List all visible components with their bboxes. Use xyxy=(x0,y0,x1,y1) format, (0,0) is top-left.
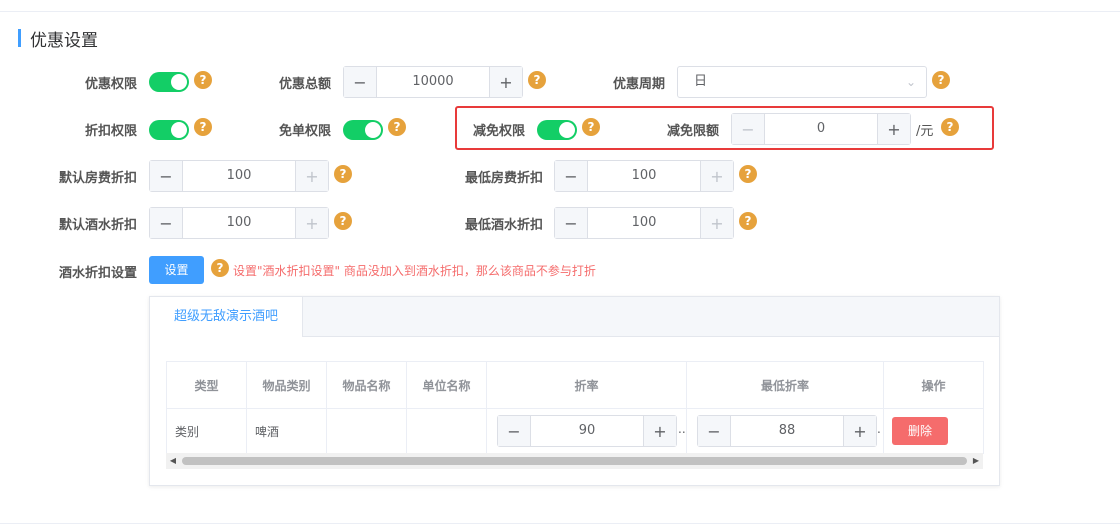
delete-button[interactable]: 删除 xyxy=(892,417,948,445)
plus-icon[interactable]: + xyxy=(700,161,733,191)
question-circle-icon[interactable]: ? xyxy=(194,118,212,136)
warning-text: 设置"酒水折扣设置" 商品没加入到酒水折扣，那么该商品不参与打折 xyxy=(233,264,596,278)
section-header: 优惠设置 xyxy=(18,28,98,51)
question-circle-icon[interactable]: ? xyxy=(739,165,757,183)
discount-total-label: 优惠总额 xyxy=(278,77,331,92)
header-min-rate: 最低折率 xyxy=(686,361,884,409)
minus-icon[interactable]: − xyxy=(498,416,531,446)
min-rate-value[interactable]: 88 xyxy=(731,416,843,446)
minus-icon[interactable]: − xyxy=(150,208,183,238)
question-circle-icon[interactable]: ? xyxy=(932,71,950,89)
min-room-discount-value[interactable]: 100 xyxy=(588,161,700,191)
plus-icon[interactable]: + xyxy=(295,208,328,238)
discount-period-value: 日 xyxy=(694,74,708,89)
top-divider xyxy=(0,11,1120,12)
reduce-limit-label: 减免限额 xyxy=(666,124,719,139)
question-circle-icon[interactable]: ? xyxy=(388,118,406,136)
question-circle-icon[interactable]: ? xyxy=(211,259,229,277)
scroll-right-icon[interactable]: ▶ xyxy=(969,453,983,469)
min-room-discount-stepper[interactable]: − 100 + xyxy=(554,160,734,192)
header-rate: 折率 xyxy=(486,361,687,409)
cell-category: 啤酒 xyxy=(246,408,327,454)
highlight-box xyxy=(455,106,994,150)
default-drink-discount-stepper[interactable]: − 100 + xyxy=(149,207,329,239)
min-room-discount-label: 最低房费折扣 xyxy=(464,171,543,186)
plus-icon[interactable]: + xyxy=(700,208,733,238)
default-drink-discount-label: 默认酒水折扣 xyxy=(58,218,137,233)
chevron-down-icon: ⌄ xyxy=(905,75,916,89)
plus-icon[interactable]: + xyxy=(295,161,328,191)
minus-icon[interactable]: − xyxy=(150,161,183,191)
horizontal-scrollbar[interactable]: ◀ ▶ xyxy=(166,453,983,469)
discount-total-stepper[interactable]: − 10000 + xyxy=(343,66,523,98)
min-drink-discount-stepper[interactable]: − 100 + xyxy=(554,207,734,239)
minus-icon[interactable]: − xyxy=(555,208,588,238)
default-drink-discount-value[interactable]: 100 xyxy=(183,208,295,238)
cell-rate: − 90 + .. xyxy=(486,408,687,454)
bottom-divider xyxy=(0,523,1120,524)
header-action: 操作 xyxy=(883,361,984,409)
question-circle-icon[interactable]: ? xyxy=(194,71,212,89)
rate-value[interactable]: 90 xyxy=(531,416,643,446)
cell-item-name xyxy=(326,408,407,454)
default-room-discount-stepper[interactable]: − 100 + xyxy=(149,160,329,192)
free-order-permission-switch[interactable] xyxy=(343,120,383,140)
plus-icon[interactable]: + xyxy=(877,114,910,144)
min-drink-discount-value[interactable]: 100 xyxy=(588,208,700,238)
default-room-discount-value[interactable]: 100 xyxy=(183,161,295,191)
reduce-permission-label: 减免权限 xyxy=(472,124,525,139)
tab-venue[interactable]: 超级无敌演示酒吧 xyxy=(150,297,303,337)
question-circle-icon[interactable]: ? xyxy=(528,71,546,89)
question-circle-icon[interactable]: ? xyxy=(334,212,352,230)
cell-unit-name xyxy=(406,408,487,454)
discount-period-label: 优惠周期 xyxy=(612,77,665,92)
rebate-permission-switch[interactable] xyxy=(149,120,189,140)
minus-icon[interactable]: − xyxy=(698,416,731,446)
overflow-ellipsis: . xyxy=(877,422,881,436)
section-title: 优惠设置 xyxy=(30,30,98,51)
free-order-permission-label: 免单权限 xyxy=(278,124,331,139)
question-circle-icon[interactable]: ? xyxy=(582,118,600,136)
venue-card: 超级无敌演示酒吧 类型 物品类别 物品名称 单位名称 折率 最低折率 操作 类别… xyxy=(149,296,1000,486)
discount-table: 类型 物品类别 物品名称 单位名称 折率 最低折率 操作 类别 啤酒 − 90 xyxy=(166,361,984,454)
question-circle-icon[interactable]: ? xyxy=(334,165,352,183)
min-drink-discount-label: 最低酒水折扣 xyxy=(464,218,543,233)
reduce-limit-stepper[interactable]: − 0 + xyxy=(731,113,911,145)
plus-icon[interactable]: + xyxy=(643,416,676,446)
reduce-permission-switch[interactable] xyxy=(537,120,577,140)
section-accent-bar xyxy=(18,29,21,47)
header-item-name: 物品名称 xyxy=(326,361,407,409)
plus-icon[interactable]: + xyxy=(489,67,522,97)
question-circle-icon[interactable]: ? xyxy=(941,118,959,136)
plus-icon[interactable]: + xyxy=(843,416,876,446)
set-button[interactable]: 设置 xyxy=(149,256,204,284)
table-header-row: 类型 物品类别 物品名称 单位名称 折率 最低折率 操作 xyxy=(166,361,984,409)
minus-icon[interactable]: − xyxy=(555,161,588,191)
header-type: 类型 xyxy=(166,361,247,409)
table-row: 类别 啤酒 − 90 + .. − 88 + . 删除 xyxy=(166,408,984,454)
cell-min-rate: − 88 + . xyxy=(686,408,884,454)
reduce-unit: /元 xyxy=(916,124,934,139)
discount-period-select[interactable]: 日 ⌄ xyxy=(677,66,927,98)
drink-discount-setting-label: 酒水折扣设置 xyxy=(58,266,137,281)
reduce-limit-value[interactable]: 0 xyxy=(765,114,877,144)
cell-type: 类别 xyxy=(166,408,247,454)
question-circle-icon[interactable]: ? xyxy=(739,212,757,230)
scroll-left-icon[interactable]: ◀ xyxy=(166,453,180,469)
rebate-permission-label: 折扣权限 xyxy=(84,124,137,139)
minus-icon[interactable]: − xyxy=(732,114,765,144)
min-rate-stepper[interactable]: − 88 + xyxy=(697,415,877,447)
minus-icon[interactable]: − xyxy=(344,67,377,97)
default-room-discount-label: 默认房费折扣 xyxy=(58,171,137,186)
header-category: 物品类别 xyxy=(246,361,327,409)
discount-permission-switch[interactable] xyxy=(149,72,189,92)
cell-action: 删除 xyxy=(883,408,984,454)
discount-total-value[interactable]: 10000 xyxy=(377,67,489,97)
overflow-ellipsis: .. xyxy=(678,422,686,436)
scrollbar-thumb[interactable] xyxy=(182,457,967,465)
discount-permission-label: 优惠权限 xyxy=(84,77,137,92)
header-unit-name: 单位名称 xyxy=(406,361,487,409)
rate-stepper[interactable]: − 90 + xyxy=(497,415,677,447)
